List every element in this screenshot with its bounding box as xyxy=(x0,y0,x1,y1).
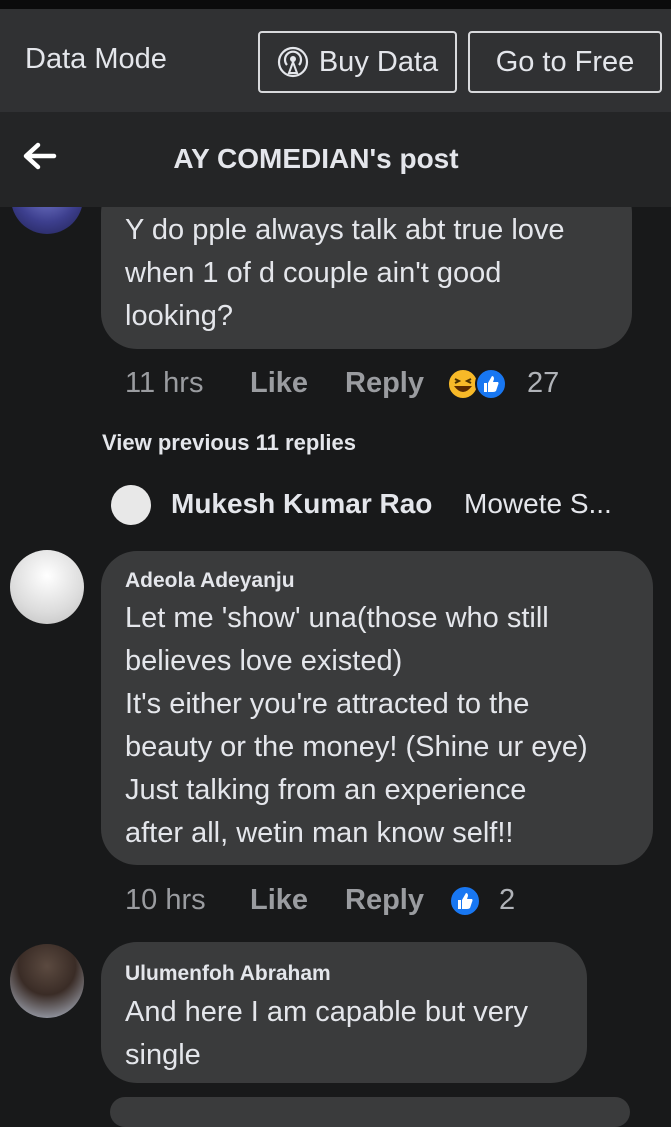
broadcast-icon xyxy=(277,46,308,78)
reaction-count[interactable]: 2 xyxy=(499,884,515,917)
reply-author-name[interactable]: Mukesh Kumar Rao xyxy=(171,488,432,520)
avatar[interactable] xyxy=(10,944,84,1018)
reply-button[interactable]: Reply xyxy=(345,367,424,400)
comment-composer[interactable] xyxy=(110,1097,630,1127)
data-mode-bar: Data Mode Buy Data Go to Free xyxy=(0,9,671,112)
status-strip xyxy=(0,0,671,9)
comment-author[interactable]: Adeola Adeyanju xyxy=(125,569,295,593)
avatar[interactable] xyxy=(10,550,84,624)
comments-list: Y do pple always talk abt true love when… xyxy=(0,207,671,1111)
reply-button[interactable]: Reply xyxy=(345,884,424,917)
comment-text: Y do pple always talk abt true love when… xyxy=(125,214,565,332)
data-mode-label: Data Mode xyxy=(25,43,167,75)
like-button[interactable]: Like xyxy=(250,367,308,400)
like-icon xyxy=(475,368,507,400)
page-title: AY COMEDIAN's post xyxy=(173,143,459,174)
reply-preview-text: Mowete S... xyxy=(464,488,612,519)
like-icon xyxy=(449,885,481,917)
view-previous-replies-link[interactable]: View previous 11 replies xyxy=(102,430,356,456)
comment-author[interactable]: Ulumenfoh Abraham xyxy=(125,962,331,986)
comment-time: 11 hrs xyxy=(125,367,204,399)
like-button[interactable]: Like xyxy=(250,884,308,917)
comment-text: And here I am capable but very single xyxy=(125,996,529,1071)
avatar[interactable] xyxy=(111,485,151,525)
comment-time: 10 hrs xyxy=(125,884,206,916)
go-to-free-button[interactable]: Go to Free xyxy=(468,31,662,93)
comment-text: Let me 'show' una(those who still believ… xyxy=(125,602,588,849)
avatar[interactable] xyxy=(11,207,83,234)
buy-data-button[interactable]: Buy Data xyxy=(258,31,457,93)
reaction-count[interactable]: 27 xyxy=(527,367,559,400)
buy-data-label: Buy Data xyxy=(318,45,439,78)
go-to-free-label: Go to Free xyxy=(495,45,635,78)
